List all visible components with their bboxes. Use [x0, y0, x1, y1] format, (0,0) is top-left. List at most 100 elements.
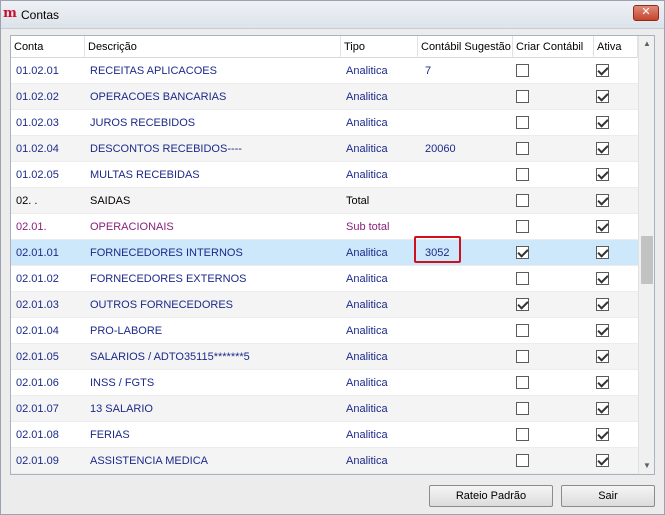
cell-conta[interactable]: 02. .: [11, 188, 85, 214]
ativa-checkbox[interactable]: [596, 194, 609, 207]
cell-conta[interactable]: 02.01.02: [11, 266, 85, 292]
close-button[interactable]: ✕: [633, 5, 659, 21]
cell-conta[interactable]: 01.02.02: [11, 84, 85, 110]
cell-contabil-sugestao[interactable]: [418, 344, 513, 370]
vertical-scrollbar[interactable]: ▲ ▼: [638, 36, 654, 474]
cell-descricao[interactable]: INSS / FGTS: [85, 370, 341, 396]
criar-contabil-checkbox[interactable]: [516, 246, 529, 259]
table-row[interactable]: 02.01. OPERACIONAIS Sub total: [11, 214, 638, 240]
ativa-checkbox[interactable]: [596, 324, 609, 337]
criar-contabil-checkbox[interactable]: [516, 428, 529, 441]
criar-contabil-checkbox[interactable]: [516, 168, 529, 181]
cell-conta[interactable]: 02.01.07: [11, 396, 85, 422]
cell-descricao[interactable]: OPERACIONAIS: [85, 214, 341, 240]
criar-contabil-checkbox[interactable]: [516, 402, 529, 415]
cell-tipo[interactable]: Analitica: [341, 84, 418, 110]
cell-tipo[interactable]: Analitica: [341, 58, 418, 84]
cell-contabil-sugestao[interactable]: 7: [418, 58, 513, 84]
cell-conta[interactable]: 02.01.08: [11, 422, 85, 448]
ativa-checkbox[interactable]: [596, 90, 609, 103]
criar-contabil-checkbox[interactable]: [516, 142, 529, 155]
cell-tipo[interactable]: Analitica: [341, 344, 418, 370]
criar-contabil-checkbox[interactable]: [516, 194, 529, 207]
table-row[interactable]: 02.01.03 OUTROS FORNECEDORES Analitica: [11, 292, 638, 318]
cell-tipo[interactable]: Analitica: [341, 266, 418, 292]
cell-descricao[interactable]: PRO-LABORE: [85, 318, 341, 344]
criar-contabil-checkbox[interactable]: [516, 220, 529, 233]
cell-tipo[interactable]: Analitica: [341, 396, 418, 422]
cell-descricao[interactable]: SALARIOS / ADTO35115*******5: [85, 344, 341, 370]
cell-conta[interactable]: 02.01.06: [11, 370, 85, 396]
cell-contabil-sugestao[interactable]: [418, 370, 513, 396]
ativa-checkbox[interactable]: [596, 220, 609, 233]
column-header-tipo[interactable]: Tipo: [341, 36, 418, 58]
criar-contabil-checkbox[interactable]: [516, 272, 529, 285]
table-row[interactable]: 02.01.01 FORNECEDORES INTERNOS Analitica 30…: [11, 240, 638, 266]
cell-tipo[interactable]: Analitica: [341, 422, 418, 448]
cell-tipo[interactable]: Sub total: [341, 214, 418, 240]
cell-descricao[interactable]: MULTAS RECEBIDAS: [85, 162, 341, 188]
table-row[interactable]: 02.01.07 13 SALARIO Analitica: [11, 396, 638, 422]
criar-contabil-checkbox[interactable]: [516, 64, 529, 77]
accounts-grid[interactable]: Conta Descrição Tipo Contábil Sugestão C…: [10, 35, 655, 475]
cell-tipo[interactable]: Analitica: [341, 292, 418, 318]
cell-contabil-sugestao[interactable]: [418, 266, 513, 292]
cell-descricao[interactable]: JUROS RECEBIDOS: [85, 110, 341, 136]
cell-contabil-sugestao[interactable]: [418, 162, 513, 188]
cell-contabil-sugestao[interactable]: [418, 448, 513, 474]
table-row[interactable]: 01.02.04 DESCONTOS RECEBIDOS---- Analitica…: [11, 136, 638, 162]
column-header-conta[interactable]: Conta: [11, 36, 85, 58]
ativa-checkbox[interactable]: [596, 116, 609, 129]
cell-descricao[interactable]: RECEITAS APLICACOES: [85, 58, 341, 84]
table-row[interactable]: 01.02.03 JUROS RECEBIDOS Analitica: [11, 110, 638, 136]
column-header-descricao[interactable]: Descrição: [85, 36, 341, 58]
column-header-ativa[interactable]: Ativa: [594, 36, 638, 58]
criar-contabil-checkbox[interactable]: [516, 376, 529, 389]
scroll-thumb[interactable]: [641, 236, 653, 284]
ativa-checkbox[interactable]: [596, 454, 609, 467]
table-row[interactable]: 02.01.05 SALARIOS / ADTO35115*******5 Anal…: [11, 344, 638, 370]
scroll-down-icon[interactable]: ▼: [639, 458, 654, 474]
cell-contabil-sugestao[interactable]: [418, 292, 513, 318]
cell-conta[interactable]: 01.02.04: [11, 136, 85, 162]
criar-contabil-checkbox[interactable]: [516, 324, 529, 337]
rateio-padrao-button[interactable]: Rateio Padrão: [429, 485, 553, 507]
cell-descricao[interactable]: FORNECEDORES EXTERNOS: [85, 266, 341, 292]
table-row[interactable]: 02.01.08 FERIAS Analitica: [11, 422, 638, 448]
cell-contabil-sugestao[interactable]: [418, 110, 513, 136]
ativa-checkbox[interactable]: [596, 428, 609, 441]
cell-conta[interactable]: 01.02.05: [11, 162, 85, 188]
cell-conta[interactable]: 02.01.03: [11, 292, 85, 318]
ativa-checkbox[interactable]: [596, 168, 609, 181]
cell-contabil-sugestao[interactable]: [418, 84, 513, 110]
cell-conta[interactable]: 02.01.01: [11, 240, 85, 266]
ativa-checkbox[interactable]: [596, 142, 609, 155]
table-row[interactable]: 02.01.06 INSS / FGTS Analitica: [11, 370, 638, 396]
column-header-contabil-sugestao[interactable]: Contábil Sugestão: [418, 36, 513, 58]
criar-contabil-checkbox[interactable]: [516, 116, 529, 129]
cell-descricao[interactable]: FERIAS: [85, 422, 341, 448]
table-row[interactable]: 01.02.01 RECEITAS APLICACOES Analitica 7: [11, 58, 638, 84]
cell-conta[interactable]: 01.02.03: [11, 110, 85, 136]
cell-tipo[interactable]: Analitica: [341, 448, 418, 474]
cell-descricao[interactable]: ASSISTENCIA MEDICA: [85, 448, 341, 474]
ativa-checkbox[interactable]: [596, 64, 609, 77]
table-row[interactable]: 02.01.04 PRO-LABORE Analitica: [11, 318, 638, 344]
cell-descricao[interactable]: SAIDAS: [85, 188, 341, 214]
table-row[interactable]: 02.01.02 FORNECEDORES EXTERNOS Analitica: [11, 266, 638, 292]
cell-contabil-sugestao[interactable]: [418, 188, 513, 214]
cell-descricao[interactable]: OUTROS FORNECEDORES: [85, 292, 341, 318]
cell-tipo[interactable]: Analitica: [341, 370, 418, 396]
ativa-checkbox[interactable]: [596, 272, 609, 285]
sair-button[interactable]: Sair: [561, 485, 655, 507]
cell-contabil-sugestao[interactable]: [418, 318, 513, 344]
cell-descricao[interactable]: FORNECEDORES INTERNOS: [85, 240, 341, 266]
cell-descricao[interactable]: DESCONTOS RECEBIDOS----: [85, 136, 341, 162]
cell-tipo[interactable]: Total: [341, 188, 418, 214]
cell-tipo[interactable]: Analitica: [341, 162, 418, 188]
ativa-checkbox[interactable]: [596, 402, 609, 415]
ativa-checkbox[interactable]: [596, 298, 609, 311]
table-row[interactable]: 01.02.05 MULTAS RECEBIDAS Analitica: [11, 162, 638, 188]
criar-contabil-checkbox[interactable]: [516, 350, 529, 363]
table-row[interactable]: 02.01.09 ASSISTENCIA MEDICA Analitica: [11, 448, 638, 474]
